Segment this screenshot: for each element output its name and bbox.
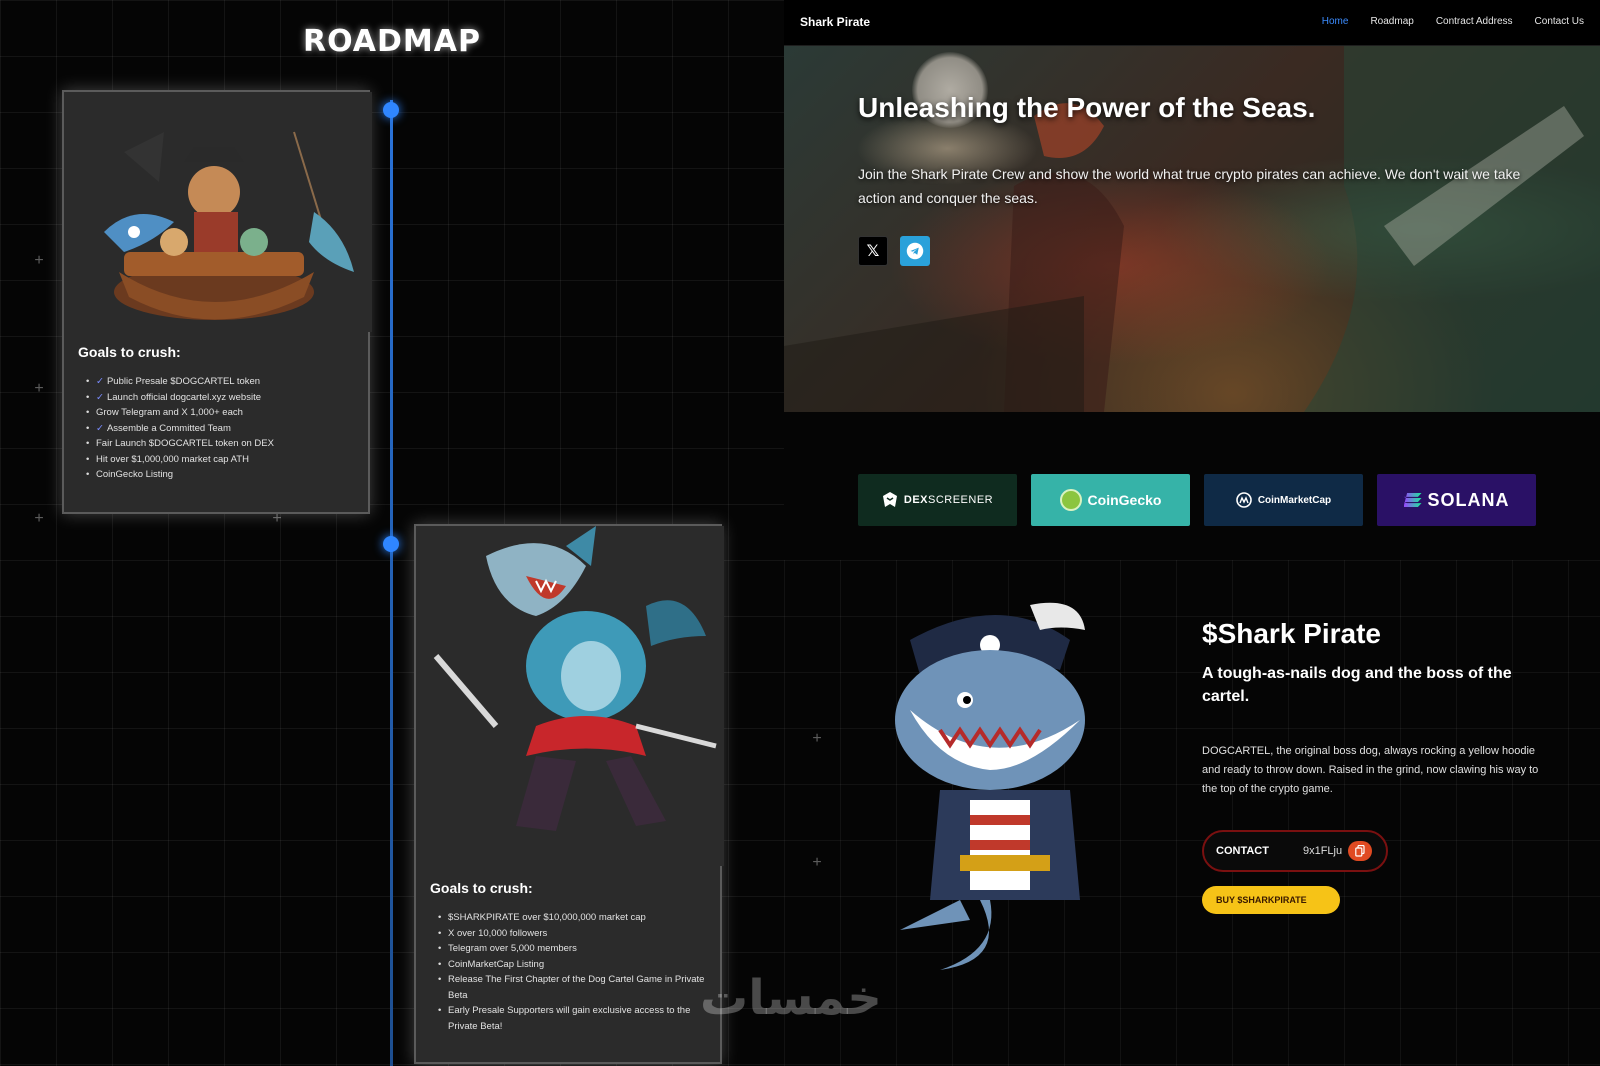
brand-logo-text[interactable]: Shark Pirate xyxy=(800,15,870,29)
goal-item: CoinGecko Listing xyxy=(86,467,354,483)
token-title: $Shark Pirate xyxy=(1202,618,1381,649)
nav-contract-address[interactable]: Contract Address xyxy=(1436,16,1513,27)
solana-link[interactable]: SOLANA xyxy=(1377,474,1536,526)
top-navbar: Shark Pirate Home Roadmap Contract Addre… xyxy=(784,0,1600,46)
goal-text: X over 10,000 followers xyxy=(448,927,548,939)
goal-item: Early Presale Supporters will gain exclu… xyxy=(438,1003,706,1034)
landing-page: Shark Pirate Home Roadmap Contract Addre… xyxy=(784,0,1600,1066)
phase-2-heading: Goals to crush: xyxy=(430,880,533,896)
token-subtitle: A tough-as-nails dog and the boss of the… xyxy=(1202,665,1512,705)
checkmark-icon: ✓ xyxy=(96,422,104,434)
roadmap-title: ROADMAP xyxy=(303,24,481,59)
timeline-dot-1 xyxy=(383,102,399,118)
dexscreener-label: DEXSCREENER xyxy=(903,494,994,506)
goal-text: Grow Telegram and X 1,000+ each xyxy=(96,407,243,418)
roadmap-card-phase-1: Goals to crush: ✓Public Presale $DOGCART… xyxy=(62,90,372,514)
goal-item: ✓Public Presale $DOGCARTEL token xyxy=(86,374,354,390)
token-description: DOGCARTEL, the original boss dog, always… xyxy=(1202,745,1539,795)
goal-item: $SHARKPIRATE over $10,000,000 market cap xyxy=(438,910,706,926)
coinmarketcap-link[interactable]: CoinMarketCap xyxy=(1204,474,1363,526)
telegram-icon xyxy=(906,242,924,260)
watermark-logo: خمسات xyxy=(700,970,882,1026)
partner-logos: DEXSCREENER CoinGecko CoinMarketCap SOLA… xyxy=(858,474,1536,526)
roadmap-section: ROADMAP + + + + Goals to crush: ✓Public … xyxy=(0,0,784,1066)
phase-1-goals-list: ✓Public Presale $DOGCARTEL token✓Launch … xyxy=(86,374,354,483)
x-social-button[interactable]: 𝕏 xyxy=(858,236,888,266)
checkmark-icon: ✓ xyxy=(96,376,104,387)
coingecko-link[interactable]: CoinGecko xyxy=(1031,474,1190,526)
goal-item: Hit over $1,000,000 market cap ATH xyxy=(86,452,354,468)
contract-address-pill[interactable]: CONTACT 9x1FLju xyxy=(1202,830,1388,872)
token-info-section: + + $Shark Pirate A tough-as-nails dog a… xyxy=(784,560,1600,1066)
grid-plus-marker: + xyxy=(812,854,822,871)
goal-text: Release The First Chapter of the Dog Car… xyxy=(448,974,705,1001)
hero-banner: Unleashing the Power of the Seas. Join t… xyxy=(784,46,1600,412)
goal-text: Public Presale $DOGCARTEL token xyxy=(106,376,261,387)
shark-pirate-warrior-illustration xyxy=(416,526,724,866)
dexscreener-icon xyxy=(882,492,897,507)
telegram-social-button[interactable] xyxy=(900,236,930,266)
x-icon: 𝕏 xyxy=(866,243,880,260)
goal-item: ✓Launch official dogcartel.xyz website xyxy=(86,390,354,406)
nav-links: Home Roadmap Contract Address Contact Us xyxy=(1322,16,1584,27)
phase-2-goals-list: $SHARKPIRATE over $10,000,000 market cap… xyxy=(438,910,706,1034)
buy-token-button[interactable]: BUY $SHARKPIRATE xyxy=(1202,886,1340,914)
goal-item: Release The First Chapter of the Dog Car… xyxy=(438,972,706,1003)
shark-pirate-mascot xyxy=(895,602,1085,970)
roadmap-card-phase-2: Goals to crush: $SHARKPIRATE over $10,00… xyxy=(414,524,724,1064)
goal-item: Grow Telegram and X 1,000+ each xyxy=(86,405,354,421)
nav-contact-us[interactable]: Contact Us xyxy=(1535,16,1584,27)
timeline-dot-2 xyxy=(383,536,399,552)
pirate-crew-boat-illustration xyxy=(64,92,372,332)
coingecko-icon xyxy=(1059,489,1082,511)
goal-text: Telegram over 5,000 members xyxy=(448,943,577,954)
timeline-line xyxy=(390,100,393,1066)
dexscreener-link[interactable]: DEXSCREENER xyxy=(858,474,1017,526)
goal-text: Assemble a Committed Team xyxy=(106,422,231,434)
grid-plus-marker: + xyxy=(34,380,44,397)
goal-text: CoinMarketCap Listing xyxy=(448,958,545,970)
coingecko-label: CoinGecko xyxy=(1087,492,1162,508)
goal-item: Telegram over 5,000 members xyxy=(438,941,706,957)
goal-text: Early Presale Supporters will gain exclu… xyxy=(448,1005,691,1032)
nav-roadmap[interactable]: Roadmap xyxy=(1370,16,1413,27)
grid-plus-marker: + xyxy=(34,252,44,269)
checkmark-icon: ✓ xyxy=(96,391,104,403)
solana-icon xyxy=(1403,493,1422,507)
nav-home[interactable]: Home xyxy=(1322,16,1349,27)
grid-plus-marker: + xyxy=(812,730,822,747)
contract-address-value: 9x1FLju xyxy=(1302,845,1343,857)
goal-text: Launch official dogcartel.xyz website xyxy=(106,391,261,403)
contact-label: CONTACT xyxy=(1216,845,1269,857)
grid-plus-marker: + xyxy=(272,510,282,527)
solana-label: SOLANA xyxy=(1427,489,1510,510)
hero-title: Unleashing the Power of the Seas. xyxy=(858,92,1316,123)
coinmarketcap-icon xyxy=(1236,492,1252,508)
hero-description: Join the Shark Pirate Crew and show the … xyxy=(858,166,1521,206)
goal-text: CoinGecko Listing xyxy=(96,469,174,480)
phase-1-heading: Goals to crush: xyxy=(78,344,181,360)
copy-icon[interactable] xyxy=(1348,841,1373,861)
goal-item: ✓Assemble a Committed Team xyxy=(86,421,354,437)
grid-plus-marker: + xyxy=(34,510,44,527)
goal-item: CoinMarketCap Listing xyxy=(438,957,706,973)
goal-text: $SHARKPIRATE over $10,000,000 market cap xyxy=(448,912,646,923)
goal-item: X over 10,000 followers xyxy=(438,926,706,942)
goal-item: Fair Launch $DOGCARTEL token on DEX xyxy=(86,436,354,452)
goal-text: Hit over $1,000,000 market cap ATH xyxy=(96,453,249,465)
coinmarketcap-label: CoinMarketCap xyxy=(1257,494,1332,506)
goal-text: Fair Launch $DOGCARTEL token on DEX xyxy=(96,438,274,449)
